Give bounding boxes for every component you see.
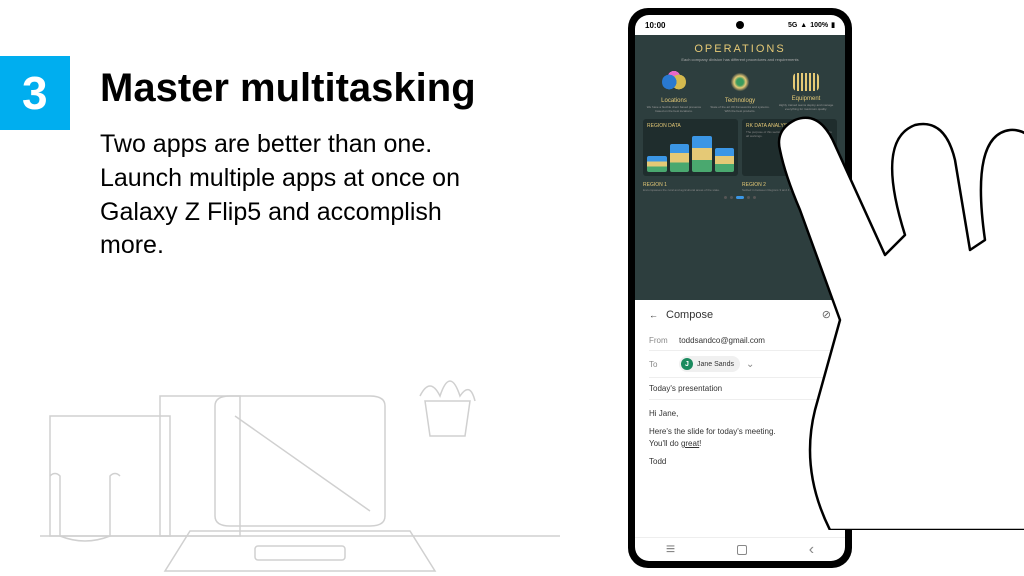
network-label: 5G [788,22,797,29]
equipment-icon [793,73,819,91]
android-nav-bar[interactable]: ≡ ‹ [635,537,845,561]
bar-chart [647,132,734,172]
info-card: Technology State of the art 3D framework… [709,70,771,113]
to-label: To [649,360,673,369]
recipient-name: Jane Sands [697,361,734,368]
info-card: Locations We have a flexible client base… [643,70,705,113]
hand-illustration [770,90,1024,530]
home-icon[interactable] [737,545,747,555]
info-text: State of the art 3D frameworks and syste… [709,106,771,113]
chevron-down-icon[interactable]: ⌄ [746,359,754,370]
recents-icon[interactable]: ≡ [666,541,675,559]
region-text: Encompasses the rural and agricultural a… [643,188,738,192]
signal-icon: ▲ [800,22,807,29]
technology-icon [728,70,752,94]
step-number-badge: 3 [0,56,70,130]
info-label: Technology [709,98,771,104]
compose-title: Compose [666,309,713,321]
page-description: Two apps are better than one. Launch mul… [100,128,500,263]
back-icon[interactable]: ← [649,310,658,320]
recipient-avatar: J [681,358,693,370]
info-label: Locations [643,98,705,104]
status-indicators: 5G ▲ 100% ▮ [788,21,835,29]
info-text: We have a flexible client based presence… [643,106,705,113]
back-nav-icon[interactable]: ‹ [809,541,814,559]
operations-title: OPERATIONS [643,43,837,55]
region-card: REGION 1 Encompasses the rural and agric… [643,182,738,192]
from-label: From [649,336,673,345]
data-title: REGION DATA [647,123,734,129]
status-time: 10:00 [645,21,665,30]
battery-icon: ▮ [831,21,835,29]
recipient-chip[interactable]: J Jane Sands [679,356,740,372]
desk-illustration [40,316,560,576]
step-number: 3 [22,67,48,119]
operations-subtitle: Each company division has different proc… [643,57,837,62]
locations-icon [662,70,686,94]
front-camera [736,21,744,29]
page-title: Master multitasking [100,66,476,111]
data-card: REGION DATA [643,119,738,176]
battery-label: 100% [810,22,828,29]
